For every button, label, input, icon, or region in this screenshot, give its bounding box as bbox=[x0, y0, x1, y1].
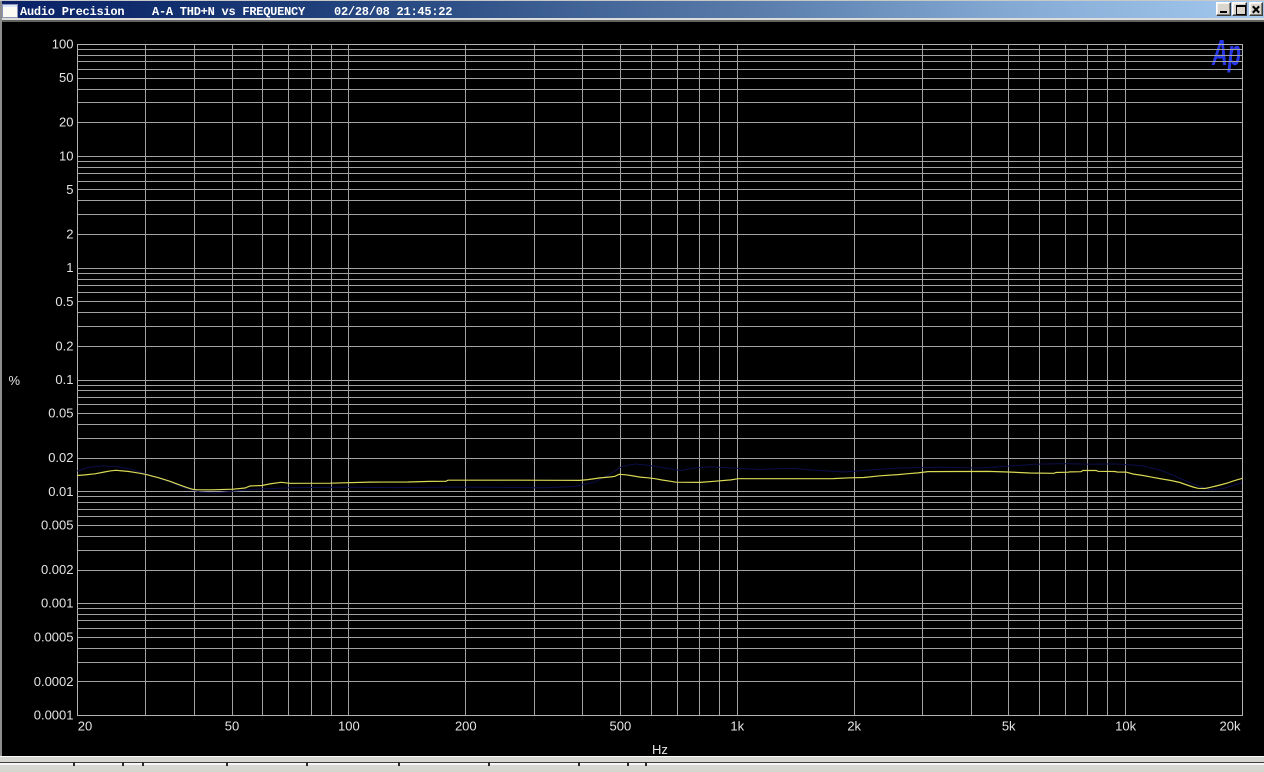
svg-text:0.01: 0.01 bbox=[48, 484, 73, 499]
svg-text:0.5: 0.5 bbox=[55, 294, 73, 309]
svg-text:200: 200 bbox=[455, 719, 477, 734]
svg-text:0.005: 0.005 bbox=[41, 518, 74, 533]
svg-text:0.001: 0.001 bbox=[41, 596, 74, 611]
svg-text:0.02: 0.02 bbox=[48, 450, 73, 465]
svg-text:0.002: 0.002 bbox=[41, 562, 74, 577]
svg-text:20: 20 bbox=[59, 115, 73, 130]
svg-text:100: 100 bbox=[52, 37, 74, 52]
svg-text:10: 10 bbox=[59, 148, 73, 163]
svg-text:5: 5 bbox=[66, 182, 73, 197]
svg-text:0.0001: 0.0001 bbox=[34, 708, 74, 723]
svg-text:0.0002: 0.0002 bbox=[34, 674, 74, 689]
svg-text:500: 500 bbox=[610, 719, 632, 734]
svg-text:50: 50 bbox=[59, 70, 73, 85]
svg-text:50: 50 bbox=[225, 719, 239, 734]
svg-text:0.2: 0.2 bbox=[55, 338, 73, 353]
svg-text:0.05: 0.05 bbox=[48, 406, 73, 421]
svg-text:Hz: Hz bbox=[652, 742, 668, 757]
svg-text:1: 1 bbox=[66, 260, 73, 275]
svg-text:20: 20 bbox=[78, 719, 92, 734]
svg-text:Ap: Ap bbox=[1211, 32, 1241, 73]
svg-text:2: 2 bbox=[66, 227, 73, 242]
svg-text:0.1: 0.1 bbox=[55, 372, 73, 387]
svg-text:20k: 20k bbox=[1220, 719, 1241, 734]
svg-text:2k: 2k bbox=[847, 719, 861, 734]
svg-text:%: % bbox=[9, 373, 21, 388]
svg-text:5k: 5k bbox=[1002, 719, 1016, 734]
svg-text:10k: 10k bbox=[1115, 719, 1136, 734]
svg-text:1k: 1k bbox=[730, 719, 744, 734]
svg-text:0.0005: 0.0005 bbox=[34, 629, 74, 644]
svg-text:100: 100 bbox=[338, 719, 360, 734]
